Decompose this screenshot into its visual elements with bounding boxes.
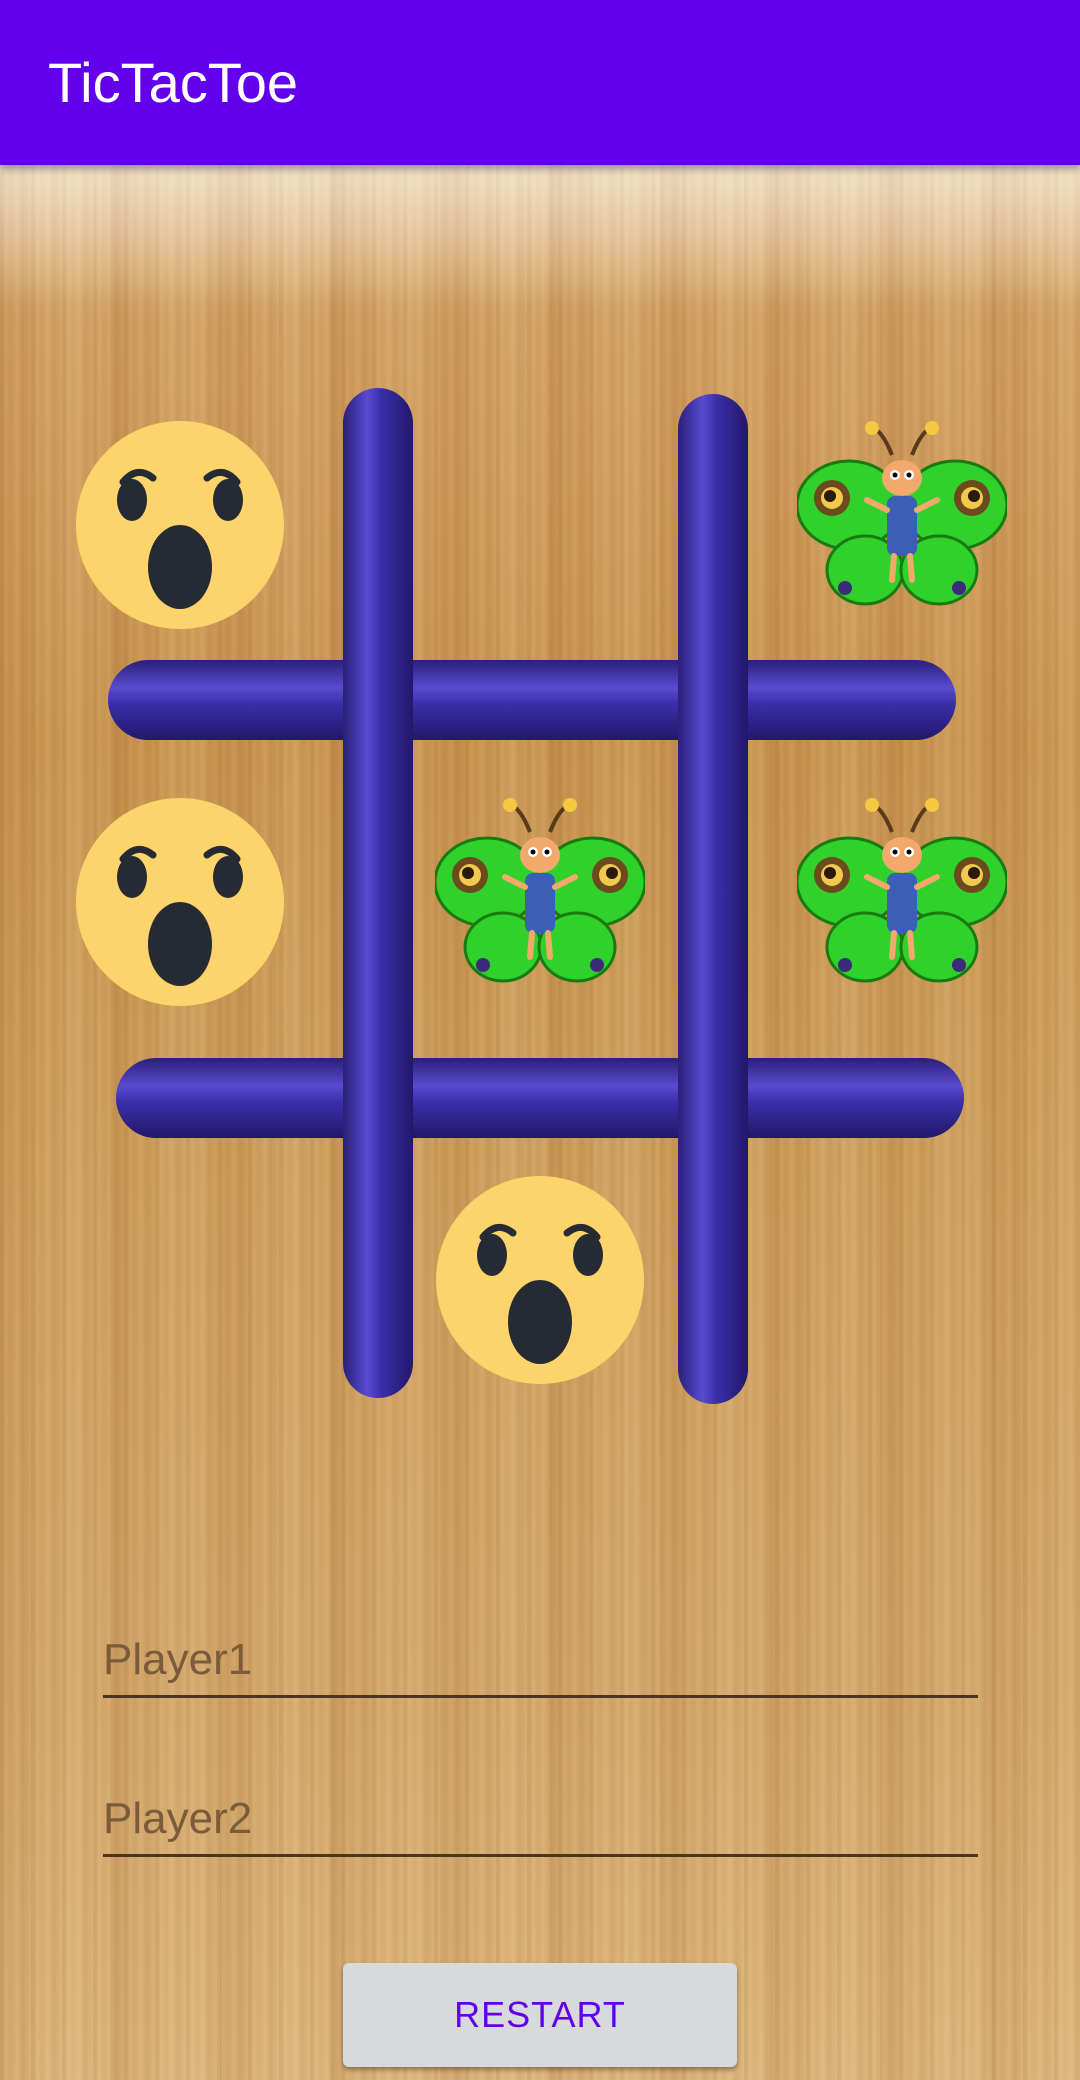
board-cell-r3c1[interactable]: [60, 1160, 300, 1400]
player2-field[interactable]: [103, 1784, 978, 1857]
butterfly-icon: [797, 798, 1007, 983]
app-title: TicTacToe: [48, 51, 299, 114]
player1-input[interactable]: [103, 1625, 978, 1695]
board-cell-r1c1[interactable]: [60, 405, 300, 645]
app-bar: TicTacToe: [0, 0, 1080, 165]
wow-emoji-icon: [76, 798, 284, 1006]
board-cell-r2c2[interactable]: [420, 782, 660, 1022]
butterfly-icon: [797, 421, 1007, 606]
player2-input[interactable]: [103, 1784, 978, 1854]
butterfly-icon: [435, 798, 645, 983]
wow-emoji-icon: [76, 421, 284, 629]
board-cell-r2c3[interactable]: [782, 782, 1022, 1022]
player1-field[interactable]: [103, 1625, 978, 1698]
board-cell-r3c2[interactable]: [420, 1160, 660, 1400]
wow-emoji-icon: [436, 1176, 644, 1384]
board-cell-r1c2[interactable]: [420, 405, 660, 645]
board-cell-r2c1[interactable]: [60, 782, 300, 1022]
board-cell-r3c3[interactable]: [782, 1160, 1022, 1400]
restart-button[interactable]: RESTART: [343, 1963, 737, 2067]
board-cell-r1c3[interactable]: [782, 405, 1022, 645]
